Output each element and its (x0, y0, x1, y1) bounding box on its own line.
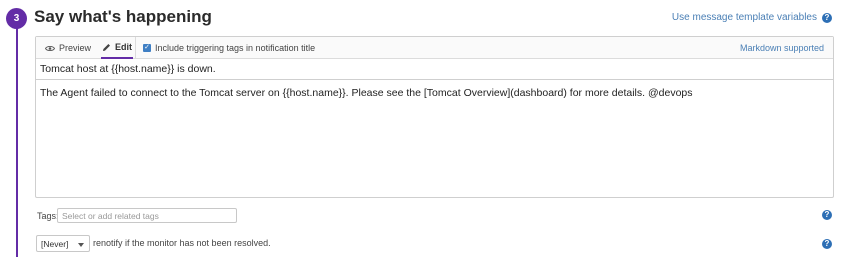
tab-edit-label: Edit (115, 41, 132, 52)
markdown-supported-link[interactable]: Markdown supported (740, 37, 824, 59)
tab-edit[interactable]: Edit (101, 37, 133, 59)
renotify-select[interactable]: [Never] (36, 235, 90, 252)
renotify-description: renotify if the monitor has not been res… (93, 238, 271, 248)
help-icon[interactable]: ? (822, 12, 832, 23)
help-icon[interactable]: ? (822, 239, 832, 249)
tab-preview[interactable]: Preview (45, 37, 91, 59)
editor-toolbar: Preview Edit ✓ Include triggering tags i… (36, 37, 833, 59)
tags-label: Tags: (37, 211, 59, 221)
toolbar-divider (135, 37, 136, 58)
include-tags-option[interactable]: ✓ Include triggering tags in notificatio… (143, 37, 315, 59)
step-number-badge: 3 (6, 8, 27, 29)
message-title-input[interactable]: Tomcat host at {{host.name}} is down. (36, 59, 833, 80)
tab-preview-label: Preview (59, 42, 92, 53)
message-body-input[interactable]: The Agent failed to connect to the Tomca… (36, 80, 833, 196)
help-icon[interactable]: ? (822, 210, 832, 220)
section-title: Say what's happening (34, 7, 212, 26)
include-tags-checkbox[interactable]: ✓ (143, 44, 151, 52)
step-connector-line (16, 26, 18, 257)
message-editor: Preview Edit ✓ Include triggering tags i… (35, 36, 834, 198)
eye-icon (45, 45, 55, 52)
template-variables-link-label: Use message template variables (671, 12, 817, 23)
chevron-down-icon (78, 243, 84, 247)
include-tags-label: Include triggering tags in notification … (155, 43, 316, 53)
tags-input[interactable]: Select or add related tags (57, 208, 237, 223)
renotify-selected-value: [Never] (41, 239, 69, 249)
template-variables-link[interactable]: Use message template variables ? (672, 12, 832, 23)
pencil-icon (102, 43, 111, 52)
